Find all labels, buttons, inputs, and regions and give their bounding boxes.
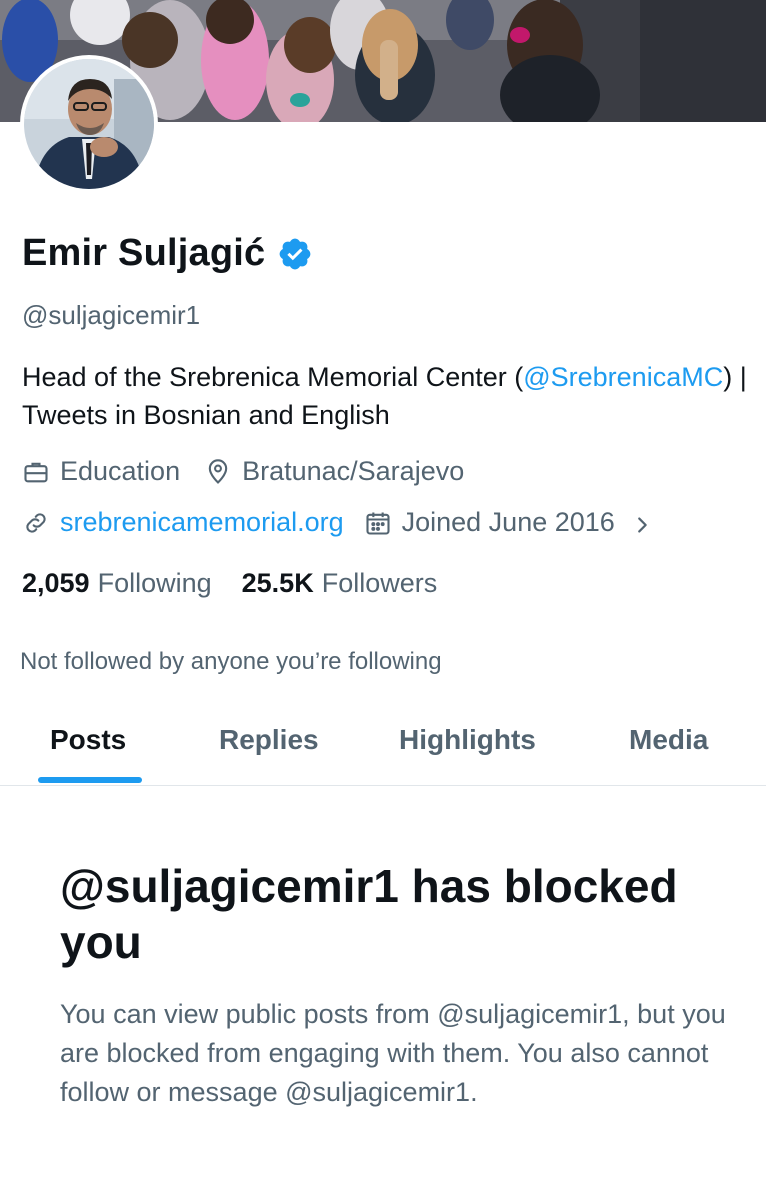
- profile-stats: 2,059 Following 25.5K Followers: [22, 568, 437, 599]
- profile-avatar[interactable]: [20, 55, 158, 193]
- followers-label: Followers: [321, 568, 438, 598]
- briefcase-icon: [22, 458, 50, 486]
- profile-category: Education: [22, 456, 180, 487]
- profile-name-row: Emir Suljagić: [22, 232, 313, 275]
- profile-location-label: Bratunac/Sarajevo: [242, 456, 465, 486]
- profile-joined: Joined June 2016: [364, 507, 615, 538]
- avatar-photo: [24, 59, 154, 189]
- blocked-title: @suljagicemir1 has blocked you: [60, 860, 678, 968]
- chevron-right-icon[interactable]: [631, 512, 653, 534]
- bio-text-prefix: Head of the Srebrenica Memorial Center (: [22, 362, 524, 392]
- following-stat[interactable]: 2,059 Following: [22, 568, 212, 599]
- followers-count: 25.5K: [241, 568, 314, 598]
- followed-by-text: Not followed by anyone you’re following: [20, 648, 442, 675]
- followers-stat[interactable]: 25.5K Followers: [242, 568, 438, 599]
- link-icon: [22, 509, 50, 537]
- tab-media[interactable]: Media: [629, 724, 708, 756]
- blocked-message: You can view public posts from @suljagic…: [60, 999, 726, 1107]
- following-label: Following: [97, 568, 212, 598]
- tab-highlights[interactable]: Highlights: [399, 724, 536, 756]
- profile-location: Bratunac/Sarajevo: [204, 456, 464, 487]
- profile-website[interactable]: srebrenicamemorial.org: [22, 507, 344, 538]
- profile-bio: Head of the Srebrenica Memorial Center (…: [22, 358, 752, 434]
- profile-handle: @suljagicemir1: [22, 300, 201, 330]
- bio-mention-link[interactable]: @SrebrenicaMC: [523, 362, 723, 392]
- verified-badge-icon[interactable]: [277, 236, 313, 272]
- active-tab-indicator: [38, 777, 142, 783]
- profile-joined-label: Joined June 2016: [401, 507, 615, 537]
- tab-replies[interactable]: Replies: [219, 724, 319, 756]
- tab-posts[interactable]: Posts: [50, 724, 126, 756]
- location-pin-icon: [204, 458, 232, 486]
- profile-website-link[interactable]: srebrenicamemorial.org: [60, 507, 344, 538]
- profile-name: Emir Suljagić: [22, 232, 266, 274]
- profile-tabs: Posts Replies Highlights Media: [0, 700, 766, 786]
- profile-category-label: Education: [60, 456, 181, 486]
- profile-meta-row-2: srebrenicamemorial.org Joined June 2016: [22, 507, 653, 538]
- following-count: 2,059: [22, 568, 90, 598]
- profile-meta-row-1: Education Bratunac/Sarajevo: [22, 456, 464, 487]
- calendar-icon: [364, 509, 392, 537]
